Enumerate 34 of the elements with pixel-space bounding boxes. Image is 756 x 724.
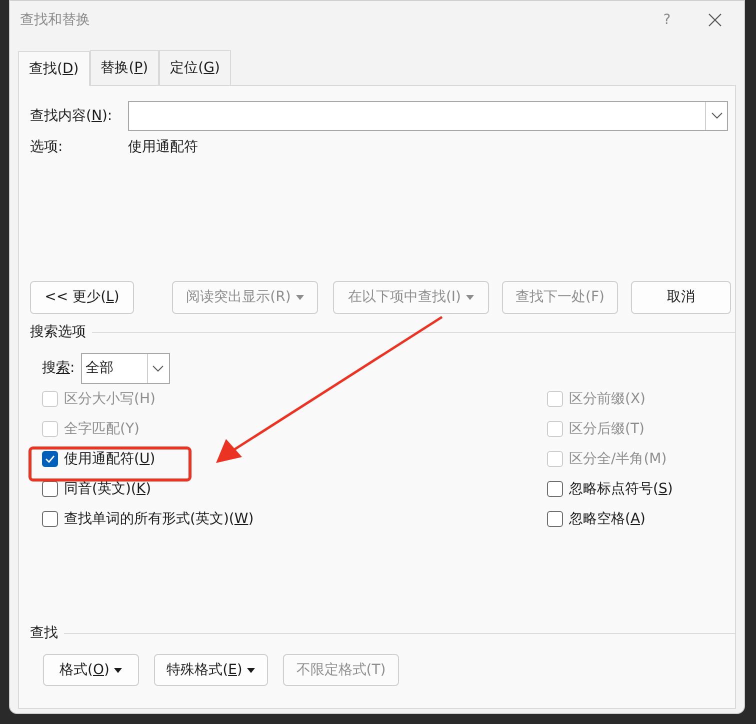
caret-icon <box>466 295 474 300</box>
checkbox[interactable] <box>42 451 58 467</box>
section-title: 搜索选项 <box>30 323 86 342</box>
checkbox-label[interactable]: 使用通配符(U) <box>64 448 156 470</box>
checkbox[interactable] <box>547 481 563 497</box>
checkbox[interactable] <box>547 511 563 527</box>
special-format-button[interactable]: 特殊格式(E) <box>154 654 268 686</box>
checkbox-label[interactable]: 同音(英文)(K) <box>64 478 152 500</box>
close-icon[interactable] <box>708 13 722 27</box>
checkbox-label[interactable]: 查找单词的所有形式(英文)(W) <box>64 508 254 530</box>
caret-icon <box>296 295 304 300</box>
checkbox-label[interactable]: 忽略空格(A) <box>569 508 646 530</box>
caret-icon <box>114 668 122 672</box>
tab[interactable]: 定位(G) <box>159 50 231 85</box>
section-title: 查找 <box>30 624 58 643</box>
search-dropdown[interactable]: 全部 <box>80 353 170 384</box>
find-field[interactable] <box>128 101 728 131</box>
options-label: 选项: <box>30 138 64 157</box>
tab[interactable]: 查找(D) <box>18 51 90 86</box>
tab[interactable]: 替换(P) <box>90 50 160 85</box>
checkbox[interactable] <box>42 511 58 527</box>
check-icon <box>45 455 55 463</box>
checkbox[interactable] <box>42 481 58 497</box>
caret-icon <box>247 668 256 672</box>
cancel-button[interactable]: 取消 <box>631 281 731 314</box>
window-title: 查找和替换 <box>20 10 90 30</box>
chevron-down-icon[interactable] <box>152 364 164 372</box>
options-value: 使用通配符 <box>128 138 198 157</box>
chevron-down-icon[interactable] <box>710 112 722 120</box>
less-button[interactable]: << 更少(L) <box>30 281 134 314</box>
find-label: 查找内容(N): <box>30 106 114 126</box>
checkbox-label[interactable]: 忽略标点符号(S) <box>569 478 673 500</box>
search-label: 搜索: <box>42 359 75 378</box>
format-button[interactable]: 格式(O) <box>43 654 139 686</box>
